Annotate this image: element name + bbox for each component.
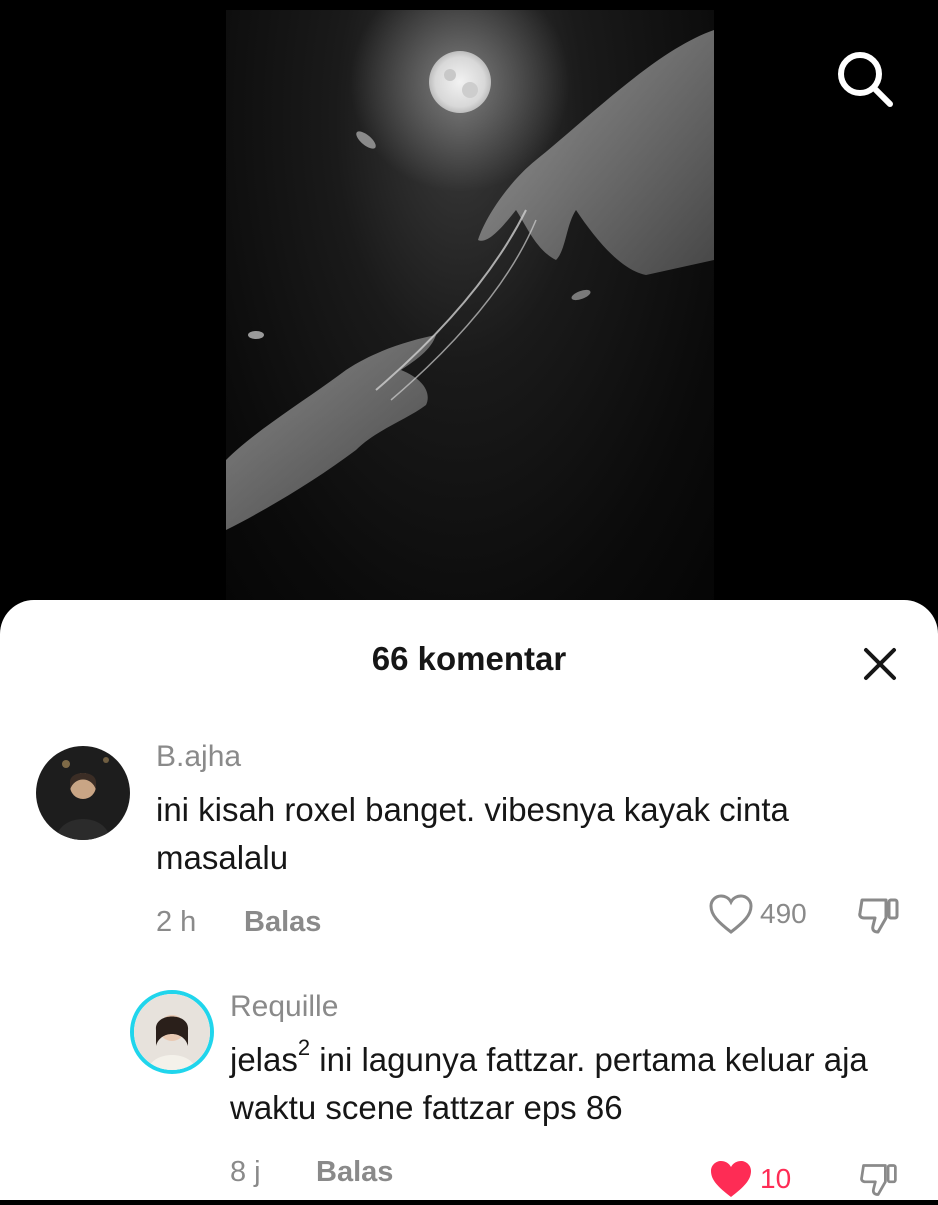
comment-text-superscript: 2 xyxy=(297,1035,311,1060)
avatar[interactable] xyxy=(36,746,130,840)
comment-username[interactable]: B.ajha xyxy=(156,740,241,774)
comment-text-prefix: jelas xyxy=(230,1041,298,1078)
dislike-button[interactable] xyxy=(856,1160,902,1205)
comment-time: 2 h xyxy=(156,906,197,938)
video-player[interactable] xyxy=(0,0,938,640)
comment-username[interactable]: Requille xyxy=(230,990,338,1024)
thumbs-down-icon xyxy=(860,1164,897,1196)
like-count: 10 xyxy=(760,1163,792,1194)
comment-text-rest: ini lagunya fattzar. pertama keluar aja … xyxy=(230,1041,868,1126)
comment-text: jelas2 ini lagunya fattzar. pertama kelu… xyxy=(230,1036,920,1132)
comment-text: ini kisah roxel banget. vibesnya kayak c… xyxy=(156,791,789,876)
avatar-with-story-ring[interactable] xyxy=(130,990,214,1074)
post-artwork xyxy=(226,10,714,610)
comments-sheet: 66 komentar B.ajha ini kisah roxel bange… xyxy=(0,600,938,1200)
heart-filled-icon xyxy=(711,1161,751,1197)
close-button[interactable] xyxy=(858,642,902,686)
thumbs-down-icon xyxy=(858,898,899,934)
reply-button[interactable]: Balas xyxy=(244,906,321,939)
dislike-button[interactable] xyxy=(856,894,902,943)
search-icon xyxy=(838,52,893,107)
like-count: 490 xyxy=(760,898,807,929)
like-button[interactable]: 10 xyxy=(708,1158,791,1200)
like-button[interactable]: 490 xyxy=(708,893,807,935)
comments-count-title: 66 komentar xyxy=(371,640,567,677)
comment-time: 8 j xyxy=(230,1156,261,1188)
reply-button[interactable]: Balas xyxy=(316,1156,393,1189)
close-icon xyxy=(864,648,896,680)
search-button[interactable] xyxy=(834,48,896,110)
heart-icon xyxy=(709,894,753,934)
